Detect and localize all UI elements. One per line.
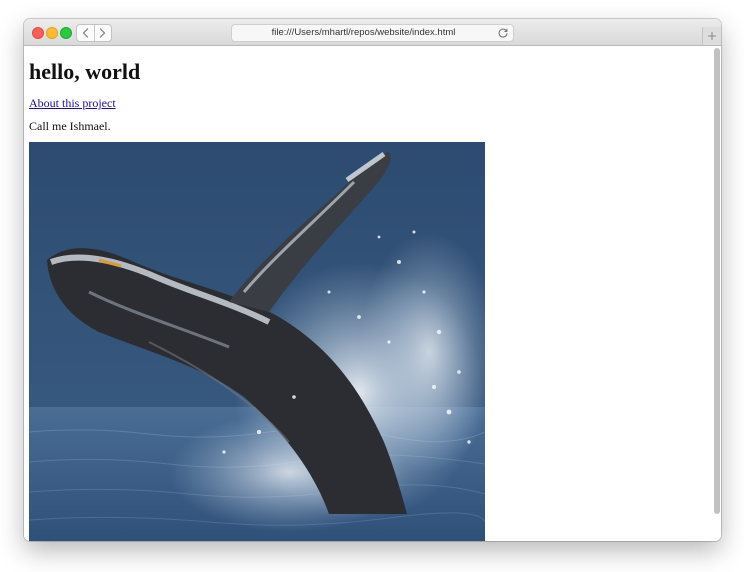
- vertical-scrollbar[interactable]: [714, 48, 720, 514]
- chevron-right-icon: [100, 28, 106, 38]
- browser-toolbar: file:///Users/mhartl/repos/website/index…: [24, 19, 721, 46]
- browser-window: file:///Users/mhartl/repos/website/index…: [24, 19, 721, 541]
- page-content: hello, world About this project Call me …: [24, 46, 721, 541]
- whale-illustration: [29, 142, 485, 541]
- plus-icon: [708, 32, 716, 40]
- about-project-link[interactable]: About this project: [29, 96, 116, 111]
- zoom-window-button[interactable]: [60, 27, 72, 39]
- intro-text: Call me Ishmael.: [29, 119, 111, 133]
- minimize-window-button[interactable]: [46, 27, 58, 39]
- address-bar[interactable]: file:///Users/mhartl/repos/website/index…: [231, 24, 514, 42]
- back-button[interactable]: [77, 25, 94, 41]
- reload-icon[interactable]: [497, 27, 509, 39]
- address-url: file:///Users/mhartl/repos/website/index…: [271, 27, 456, 38]
- whale-image: [29, 142, 485, 541]
- chevron-left-icon: [82, 28, 88, 38]
- new-tab-button[interactable]: [702, 27, 721, 45]
- forward-button[interactable]: [93, 25, 112, 41]
- page-title: hello, world: [29, 59, 141, 84]
- navigation-buttons: [76, 24, 112, 42]
- close-window-button[interactable]: [32, 27, 44, 39]
